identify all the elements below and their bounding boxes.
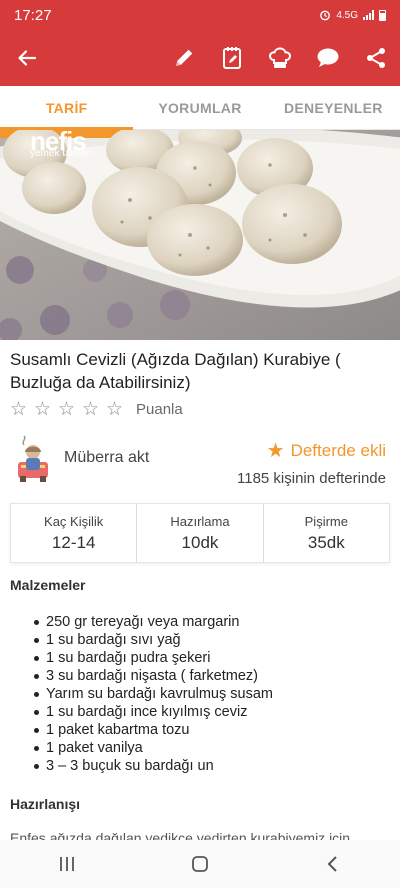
signal-icon: [363, 10, 374, 20]
chef-button[interactable]: [256, 30, 304, 86]
stat-label: Pişirme: [304, 513, 348, 529]
stat-label: Kaç Kişilik: [44, 513, 104, 529]
status-time: 17:27: [14, 6, 52, 24]
arrow-left-icon: [18, 50, 37, 66]
stat-value: 35dk: [307, 532, 345, 552]
star-empty-icon[interactable]: ☆: [58, 398, 80, 421]
nav-back-button[interactable]: [303, 840, 363, 888]
battery-icon: [379, 9, 386, 21]
notes-button[interactable]: [208, 30, 256, 86]
app-bar: [0, 30, 400, 86]
tab-deneyenler[interactable]: DENEYENLER: [267, 86, 400, 129]
cookie-plate-illustration: [0, 130, 400, 340]
edit-button[interactable]: [160, 30, 208, 86]
chef-hat-icon: [268, 47, 292, 68]
star-empty-icon[interactable]: ☆: [10, 398, 32, 421]
home-icon: [192, 856, 208, 872]
recipe-stats: Kaç Kişilik 12-14 Hazırlama 10dk Pişirme…: [10, 503, 390, 563]
back-button[interactable]: [0, 30, 54, 86]
comment-button[interactable]: [304, 30, 352, 86]
home-button[interactable]: [170, 840, 230, 888]
author-name[interactable]: Müberra akt: [64, 449, 149, 467]
recipe-title: Susamlı Cevizli (Ağızda Dağılan) Kurabiy…: [10, 350, 341, 392]
rate-label[interactable]: Puanla: [136, 401, 183, 418]
star-empty-icon[interactable]: ☆: [34, 398, 56, 421]
share-icon: [367, 48, 385, 68]
list-item: Yarım su bardağı kavrulmuş susam: [34, 685, 273, 703]
list-item: 3 – 3 buçuk su bardağı un: [34, 757, 273, 775]
stat-cook-time: Pişirme 35dk: [264, 504, 389, 562]
share-button[interactable]: [352, 30, 400, 86]
list-item: 1 su bardağı pudra şekeri: [34, 649, 273, 667]
list-item: 1 su bardağı sıvı yağ: [34, 631, 273, 649]
tab-yorumlar[interactable]: YORUMLAR: [133, 86, 266, 129]
pencil-icon: [176, 49, 193, 66]
stat-servings: Kaç Kişilik 12-14: [11, 504, 138, 562]
avatar[interactable]: [10, 432, 56, 484]
status-bar: 17:27 4.5G: [0, 0, 400, 30]
recent-apps-icon: [59, 857, 74, 871]
star-empty-icon[interactable]: ☆: [106, 398, 128, 421]
list-item: 1 paket vanilya: [34, 739, 273, 757]
saved-label: Defterde ekli: [290, 440, 386, 460]
stat-prep-time: Hazırlama 10dk: [137, 504, 264, 562]
list-item: 3 su bardağı nişasta ( farketmez): [34, 667, 273, 685]
alarm-icon: [320, 10, 331, 21]
ingredients-list: 250 gr tereyağı veya margarin 1 su barda…: [34, 613, 273, 775]
star-filled-icon: ★: [266, 440, 285, 462]
saved-count: 1185 kişinin defterinde: [237, 470, 386, 487]
preparation-heading: Hazırlanışı: [10, 796, 81, 812]
list-item: 1 paket kabartma tozu: [34, 721, 273, 739]
star-empty-icon[interactable]: ☆: [82, 398, 104, 421]
recent-apps-button[interactable]: [37, 840, 97, 888]
ingredients-heading: Malzemeler: [10, 577, 86, 593]
author-row[interactable]: Müberra akt: [10, 432, 149, 484]
watermark-subtitle: yemek tarifleri: [30, 148, 93, 159]
system-icons: 4.5G: [319, 9, 386, 21]
list-item: 1 su bardağı ince kıyılmış ceviz: [34, 703, 273, 721]
list-item: 250 gr tereyağı veya margarin: [34, 613, 273, 631]
tab-tarif[interactable]: TARİF: [0, 86, 134, 130]
recipe-photo[interactable]: nefis yemek tarifleri: [0, 130, 400, 340]
network-type: 4.5G: [336, 9, 358, 21]
system-nav-bar: [0, 840, 400, 888]
stat-value: 10dk: [181, 532, 219, 552]
recipe-tabs: TARİF YORUMLAR DENEYENLER: [0, 86, 400, 130]
notebook-icon: [223, 47, 241, 69]
chevron-left-icon: [327, 856, 338, 872]
stat-value: 12-14: [51, 532, 96, 552]
rating-row[interactable]: ☆ ☆ ☆ ☆ ☆ Puanla: [10, 398, 183, 421]
saved-to-notebook-button[interactable]: ★ Defterde ekli: [267, 438, 386, 463]
speech-bubble-icon: [317, 48, 339, 67]
stat-label: Hazırlama: [170, 513, 230, 529]
